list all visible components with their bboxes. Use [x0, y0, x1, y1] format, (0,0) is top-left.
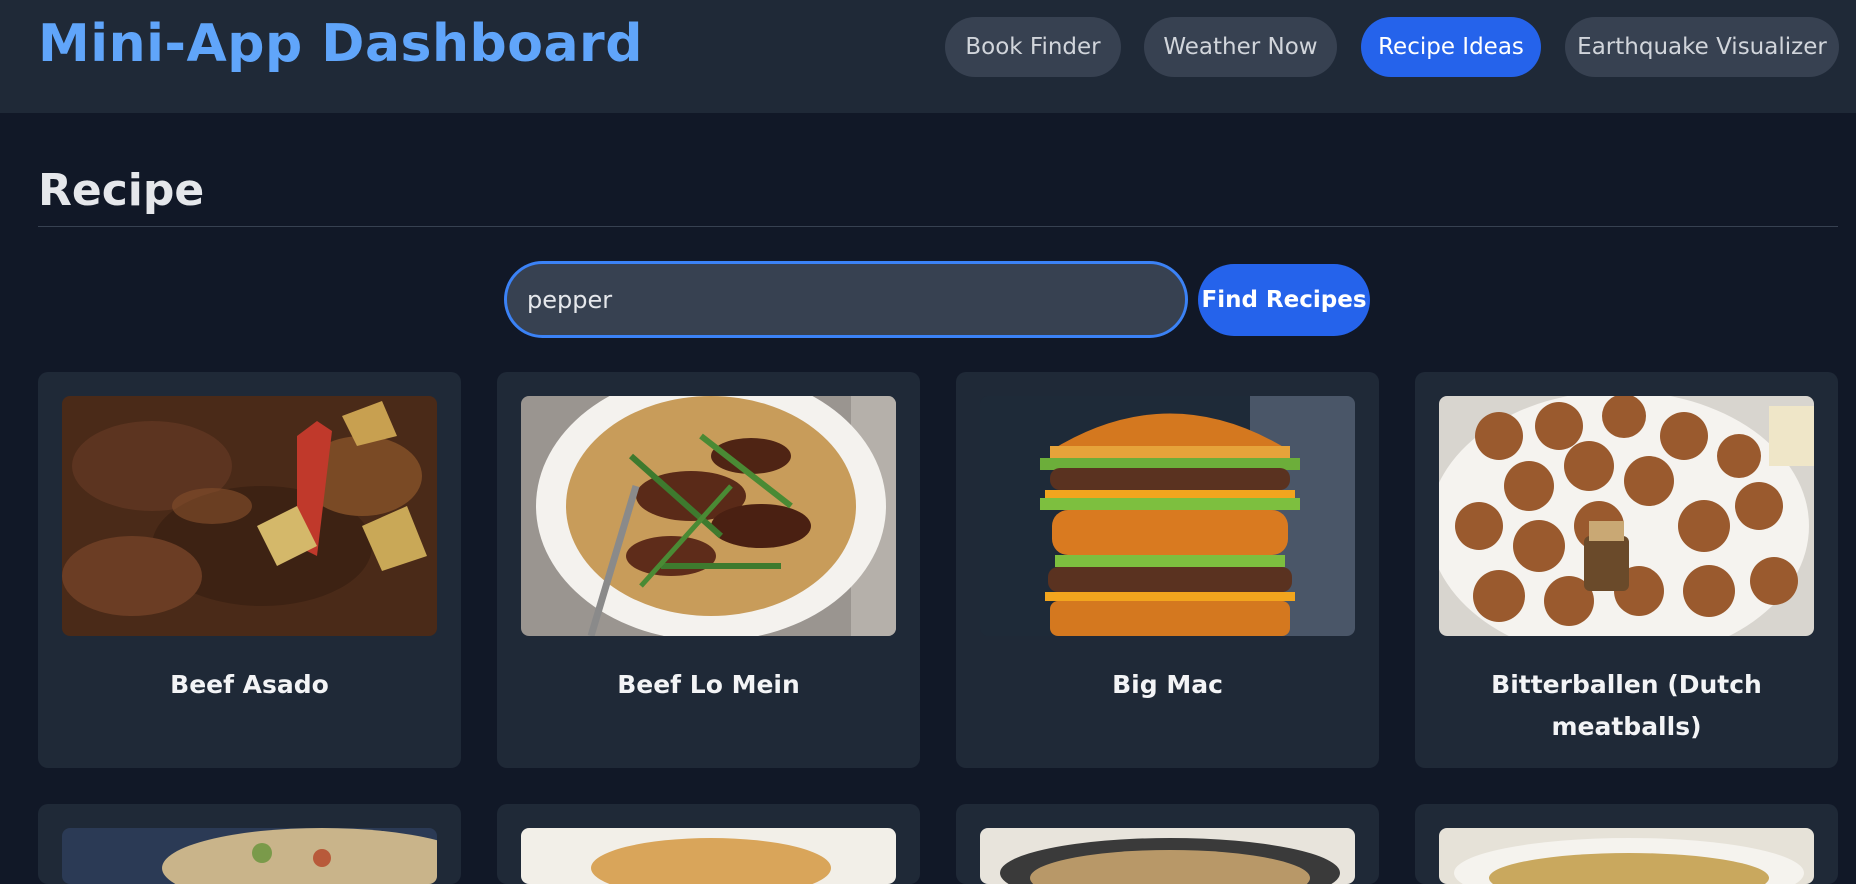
- nav-weather-now[interactable]: Weather Now: [1144, 17, 1337, 77]
- recipe-image-bitterballen: [1439, 396, 1814, 636]
- recipe-image: [1439, 828, 1814, 884]
- recipe-image: [980, 828, 1355, 884]
- recipe-card[interactable]: Beef Lo Mein: [497, 372, 920, 768]
- recipe-title: Beef Asado: [170, 670, 329, 699]
- recipe-card[interactable]: [1415, 804, 1838, 884]
- page-title: Recipe: [38, 165, 205, 216]
- recipe-card[interactable]: [38, 804, 461, 884]
- recipe-image-beef-asado: [62, 396, 437, 636]
- recipe-image: [521, 828, 896, 884]
- app-title: Mini-App Dashboard: [38, 14, 643, 74]
- recipe-title: Big Mac: [1112, 670, 1223, 699]
- recipe-image: [62, 828, 437, 884]
- search-input[interactable]: [504, 261, 1188, 338]
- top-header: Mini-App Dashboard Book Finder Weather N…: [0, 0, 1856, 113]
- recipe-card[interactable]: Big Mac: [956, 372, 1379, 768]
- recipe-title: Bitterballen (Dutch meatballs): [1491, 670, 1762, 741]
- find-recipes-button[interactable]: Find Recipes: [1198, 264, 1370, 336]
- recipe-card[interactable]: [497, 804, 920, 884]
- nav-earthquake-visualizer[interactable]: Earthquake Visualizer: [1565, 17, 1839, 77]
- recipe-card[interactable]: [956, 804, 1379, 884]
- recipe-card[interactable]: Bitterballen (Dutch meatballs): [1415, 372, 1838, 768]
- nav-recipe-ideas[interactable]: Recipe Ideas: [1361, 17, 1541, 77]
- nav-book-finder[interactable]: Book Finder: [945, 17, 1121, 77]
- recipe-title: Beef Lo Mein: [617, 670, 800, 699]
- recipe-card[interactable]: Beef Asado: [38, 372, 461, 768]
- recipe-image-beef-lo-mein: [521, 396, 896, 636]
- recipe-image-big-mac: [980, 396, 1355, 636]
- divider: [38, 226, 1838, 227]
